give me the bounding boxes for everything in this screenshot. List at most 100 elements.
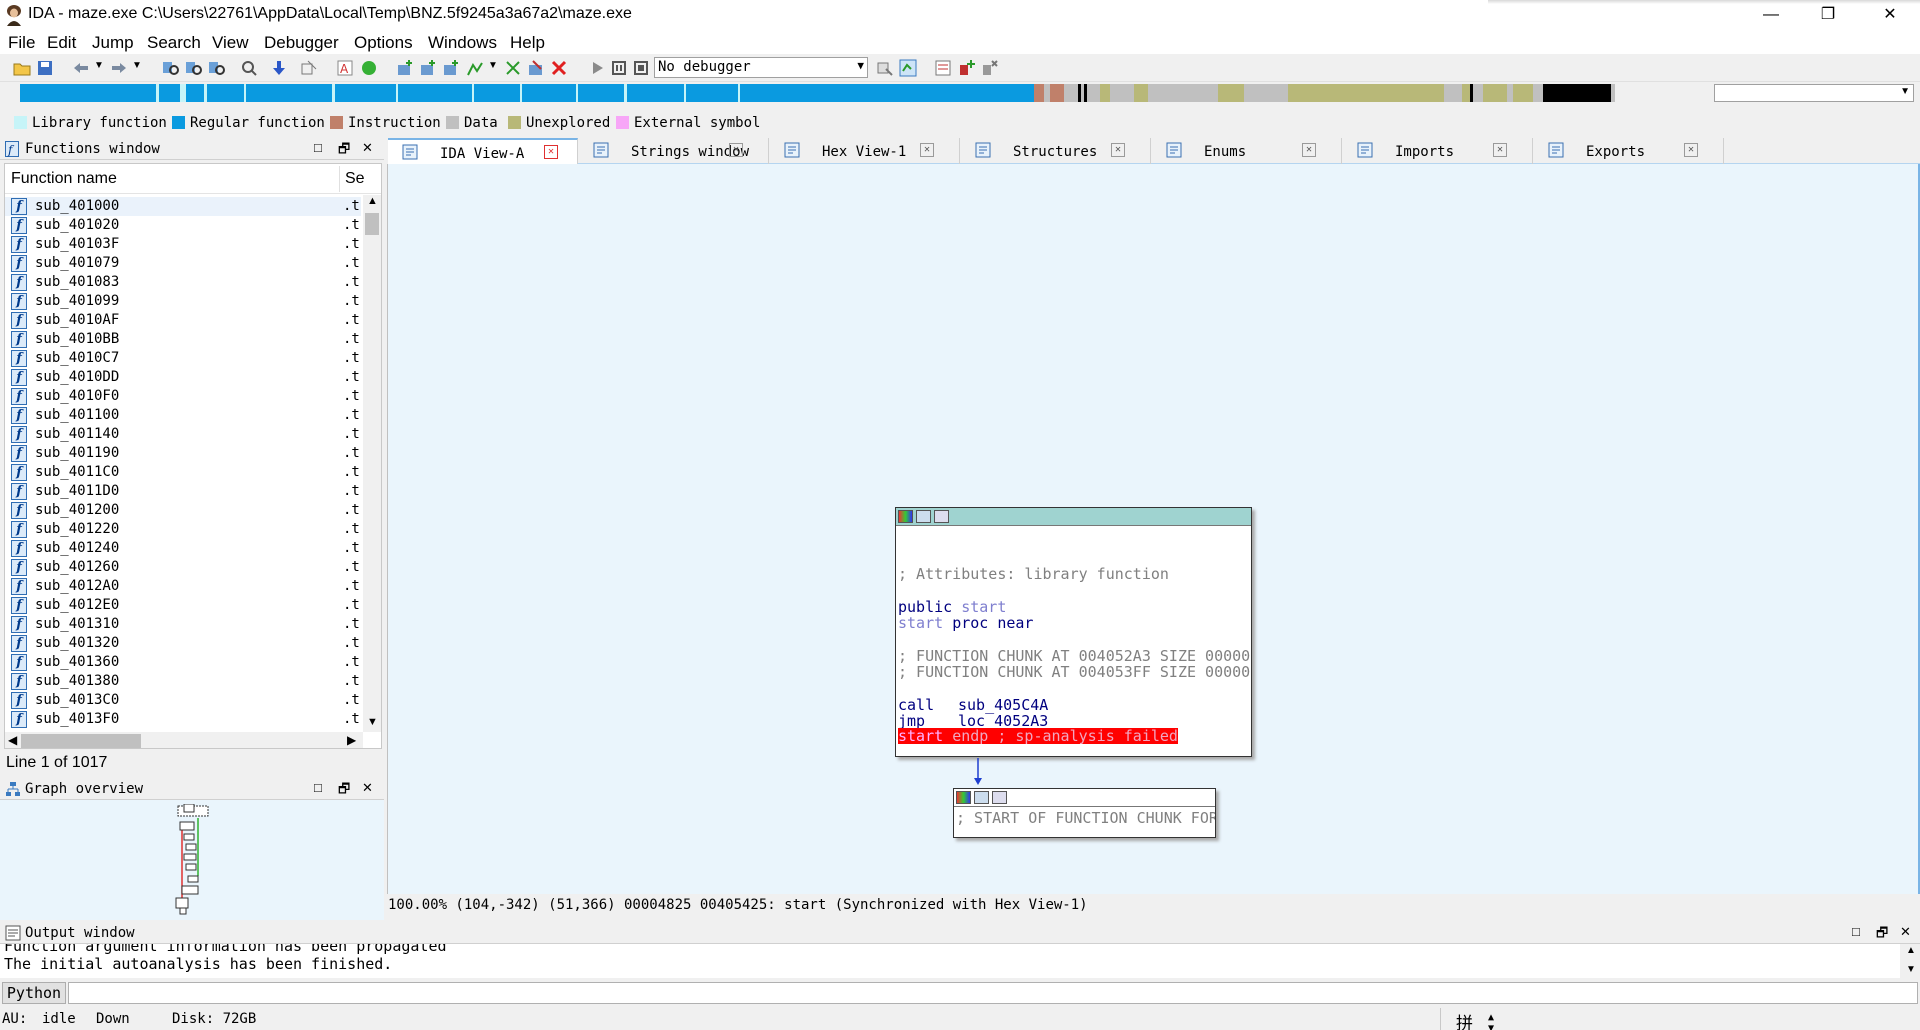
function-row[interactable]: f sub_4011D0 .t xyxy=(5,482,361,501)
function-row[interactable]: f sub_401220 .t xyxy=(5,520,361,539)
function-row[interactable]: f sub_40103F .t xyxy=(5,235,361,254)
graph-overview-thumbnail[interactable] xyxy=(170,804,230,916)
graph-node-chunk[interactable]: ; START OF FUNCTION CHUNK FOR start xyxy=(953,788,1216,838)
search-next-icon[interactable] xyxy=(240,59,258,77)
menu-file[interactable]: File xyxy=(8,33,35,53)
graph-overview-titlebar[interactable]: Graph overview □ 🗗 ✕ xyxy=(0,778,384,800)
float-pane-icon[interactable]: 🗗 xyxy=(1876,924,1888,946)
scroll-down-icon[interactable]: ▼ xyxy=(367,716,378,728)
close-tab-icon[interactable]: ✕ xyxy=(1684,143,1698,157)
tab-exports[interactable]: Exports ✕ xyxy=(1534,138,1724,164)
output-scrollbar[interactable]: ▲ ▼ xyxy=(1902,944,1920,978)
navigation-band[interactable] xyxy=(20,84,1700,102)
assemble-icon[interactable]: A xyxy=(336,59,354,77)
ime-chevron-icon[interactable]: ▲ ▼ xyxy=(1488,1012,1494,1030)
function-row[interactable]: f sub_4012A0 .t xyxy=(5,577,361,596)
functions-window-titlebar[interactable]: f Functions window □ 🗗 ✕ xyxy=(0,138,384,160)
function-row[interactable]: f sub_4013F0 .t xyxy=(5,710,361,729)
maximize-pane-icon[interactable]: □ xyxy=(314,140,322,155)
close-tab-icon[interactable]: ✕ xyxy=(920,143,934,157)
scroll-thumb[interactable] xyxy=(21,734,141,748)
function-row[interactable]: f sub_401240 .t xyxy=(5,539,361,558)
search-text-icon[interactable] xyxy=(185,59,203,77)
python-button[interactable]: Python xyxy=(2,982,66,1004)
debugger-options-icon[interactable] xyxy=(876,59,894,77)
function-row[interactable]: f sub_401320 .t xyxy=(5,634,361,653)
functions-vertical-scrollbar[interactable]: ▲ ▼ xyxy=(363,195,381,732)
add-dropdown-icon[interactable]: ▼ xyxy=(488,60,498,71)
graph-node-start[interactable]: ; Attributes: library function public st… xyxy=(895,507,1252,757)
command-input[interactable] xyxy=(68,982,1918,1004)
edit-icon[interactable] xyxy=(527,59,545,77)
node-color-icon[interactable] xyxy=(956,791,971,804)
search-binary-icon[interactable] xyxy=(162,59,180,77)
breakpoints-icon[interactable] xyxy=(934,59,952,77)
maximize-pane-icon[interactable]: □ xyxy=(314,780,322,795)
graph-view[interactable]: ; Attributes: library function public st… xyxy=(387,164,1920,894)
close-pane-icon[interactable]: ✕ xyxy=(362,140,373,156)
forward-dropdown-icon[interactable]: ▼ xyxy=(132,60,142,71)
remove-breakpoint-icon[interactable] xyxy=(981,59,999,77)
close-pane-icon[interactable]: ✕ xyxy=(362,780,373,796)
create-enum-icon[interactable] xyxy=(442,59,460,77)
node-graph-icon[interactable] xyxy=(974,791,989,804)
save-icon[interactable] xyxy=(36,59,54,77)
graph-overview[interactable] xyxy=(0,800,384,920)
back-dropdown-icon[interactable]: ▼ xyxy=(94,60,104,71)
function-row[interactable]: f sub_401083 .t xyxy=(5,273,361,292)
scroll-up-icon[interactable]: ▲ xyxy=(1906,945,1916,956)
scroll-down-icon[interactable]: ▼ xyxy=(1906,964,1916,975)
menu-debugger[interactable]: Debugger xyxy=(264,33,339,53)
add-segment-icon[interactable] xyxy=(466,59,484,77)
function-row[interactable]: f sub_401079 .t xyxy=(5,254,361,273)
function-row[interactable]: f sub_401260 .t xyxy=(5,558,361,577)
function-row[interactable]: f sub_401190 .t xyxy=(5,444,361,463)
delete-icon[interactable] xyxy=(550,59,568,77)
start-debug-icon[interactable] xyxy=(588,59,606,77)
function-row[interactable]: f sub_401140 .t xyxy=(5,425,361,444)
function-row[interactable]: f sub_401360 .t xyxy=(5,653,361,672)
debugger-select[interactable]: No debugger ▼ xyxy=(654,57,868,78)
function-row[interactable]: f sub_4012E0 .t xyxy=(5,596,361,615)
forward-icon[interactable] xyxy=(110,59,128,77)
menu-jump[interactable]: Jump xyxy=(92,33,134,53)
functions-list[interactable]: Function name Se ▲ ▼ ◀ ▶ f sub_401000 .t f s… xyxy=(4,163,382,749)
function-row[interactable]: f sub_4010C7 .t xyxy=(5,349,361,368)
close-tab-icon[interactable]: ✕ xyxy=(544,145,558,159)
function-row[interactable]: f sub_401100 .t xyxy=(5,406,361,425)
function-row[interactable]: f sub_401099 .t xyxy=(5,292,361,311)
function-row[interactable]: f sub_4010F0 .t xyxy=(5,387,361,406)
ime-indicator[interactable]: 拼 xyxy=(1456,1009,1473,1030)
xref-icon[interactable] xyxy=(300,59,318,77)
close-window-button[interactable]: ✕ xyxy=(1862,0,1918,30)
menu-options[interactable]: Options xyxy=(354,33,413,53)
functions-horizontal-scrollbar[interactable]: ◀ ▶ xyxy=(5,732,363,748)
pause-debug-icon[interactable] xyxy=(610,59,628,77)
function-row[interactable]: f sub_401380 .t xyxy=(5,672,361,691)
scroll-thumb[interactable] xyxy=(365,213,379,235)
search-immediate-icon[interactable] xyxy=(208,59,226,77)
menu-help[interactable]: Help xyxy=(510,33,545,53)
column-segment[interactable]: Se xyxy=(345,170,365,188)
close-pane-icon[interactable]: ✕ xyxy=(1900,924,1911,940)
add-breakpoint-icon[interactable] xyxy=(958,59,976,77)
function-row[interactable]: f sub_4013C0 .t xyxy=(5,691,361,710)
node-graph-icon[interactable] xyxy=(916,510,931,523)
tab-ida-view-a[interactable]: IDA View-A ✕ xyxy=(388,138,578,164)
maximize-pane-icon[interactable]: □ xyxy=(1852,924,1860,939)
function-row[interactable]: f sub_401310 .t xyxy=(5,615,361,634)
node-group-icon[interactable] xyxy=(992,791,1007,804)
function-row[interactable]: f sub_4010AF .t xyxy=(5,311,361,330)
function-row[interactable]: f sub_401200 .t xyxy=(5,501,361,520)
open-file-icon[interactable] xyxy=(13,59,31,77)
output-text[interactable]: Function argument information has been p… xyxy=(0,944,1900,978)
menu-edit[interactable]: Edit xyxy=(47,33,76,53)
tab-structures[interactable]: Structures ✕ xyxy=(961,138,1151,164)
function-row[interactable]: f sub_401020 .t xyxy=(5,216,361,235)
tab-hex-view-1[interactable]: Hex View-1 ✕ xyxy=(770,138,960,164)
create-struct-icon[interactable] xyxy=(419,59,437,77)
scroll-up-icon[interactable]: ▲ xyxy=(367,195,378,207)
tab-imports[interactable]: Imports ✕ xyxy=(1343,138,1533,164)
attach-process-icon[interactable] xyxy=(899,59,917,77)
close-tab-icon[interactable]: ✕ xyxy=(1302,143,1316,157)
